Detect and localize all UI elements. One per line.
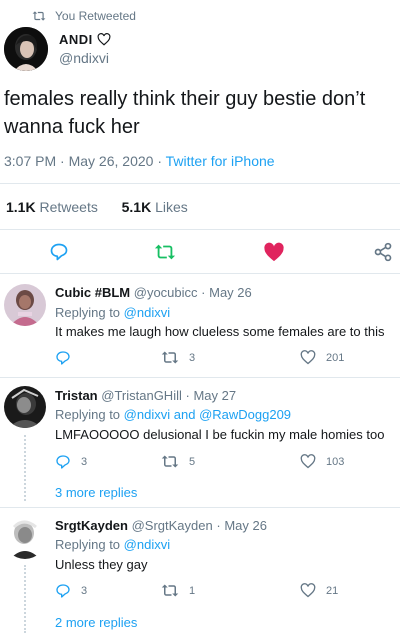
retweet-button[interactable]: 3 — [161, 350, 195, 365]
retweet-count: 1 — [189, 584, 196, 597]
reply-name[interactable]: SrgtKayden — [55, 518, 128, 533]
thread-line — [24, 435, 26, 501]
retweet-banner: You Retweeted — [32, 8, 136, 24]
reply-tweet[interactable]: Tristan @TristanGHill · May 27 Replying … — [0, 385, 400, 507]
reply-text: It makes me laugh how clueless some fema… — [55, 324, 385, 339]
replying-to-label: Replying to — [55, 537, 121, 552]
divider — [0, 273, 400, 274]
divider — [0, 507, 400, 508]
reply-handle[interactable]: @SrgtKayden — [132, 518, 213, 533]
reply-actions: 3 201 — [55, 350, 395, 366]
reply-date[interactable]: May 26 — [209, 285, 252, 300]
more-replies-link[interactable]: 3 more replies — [55, 485, 137, 500]
like-count: 21 — [326, 584, 339, 597]
divider — [0, 183, 400, 184]
avatar[interactable] — [4, 517, 46, 559]
reply-name[interactable]: Cubic #BLM — [55, 285, 130, 300]
replying-to-label: Replying to — [55, 305, 121, 320]
reply-actions: 3 5 103 — [55, 454, 395, 470]
author-name-text[interactable]: ANDI — [59, 32, 93, 47]
reply-header: Tristan @TristanGHill · May 27 — [55, 388, 237, 403]
tweet-time: 3:07 PM — [4, 153, 57, 169]
reply-handle[interactable]: @TristanGHill — [101, 388, 182, 403]
meta-sep: · — [60, 153, 65, 169]
reply-handle[interactable]: @yocubicc — [134, 285, 198, 300]
heart-outline-icon — [93, 33, 111, 46]
mention-link[interactable]: @ndixvi — [124, 305, 170, 320]
like-button[interactable]: 201 — [300, 350, 344, 365]
retweets-count: 1.1K — [6, 199, 36, 215]
replying-to: Replying to @ndixvi and @RawDogg209 — [55, 407, 291, 422]
retweet-count: 3 — [189, 351, 196, 364]
avatar[interactable] — [4, 386, 46, 428]
tweet-actions — [0, 239, 400, 265]
share-icon[interactable] — [373, 242, 393, 262]
likes-label: Likes — [155, 199, 188, 215]
author-name: ANDI — [59, 32, 111, 47]
mention-link[interactable]: @ndixvi — [124, 537, 170, 552]
replying-to: Replying to @ndixvi — [55, 537, 170, 552]
reply-count: 3 — [81, 456, 88, 468]
reply-name[interactable]: Tristan — [55, 388, 98, 403]
divider — [0, 229, 400, 230]
avatar[interactable] — [4, 27, 48, 71]
tweet-client[interactable]: Twitter for iPhone — [166, 153, 275, 169]
author-handle[interactable]: @ndixvi — [59, 50, 111, 66]
retweet-button[interactable]: 5 — [161, 454, 195, 469]
like-count: 201 — [326, 351, 345, 364]
retweet-icon[interactable] — [154, 242, 176, 262]
reply-button[interactable]: 3 — [55, 454, 87, 470]
replying-to: Replying to @ndixvi — [55, 305, 170, 320]
retweet-count: 5 — [189, 455, 196, 468]
reply-button[interactable] — [55, 350, 81, 366]
tweet-stats: 1.1K Retweets 5.1K Likes — [6, 199, 188, 215]
thread-line — [24, 565, 26, 633]
tweet-author[interactable]: ANDI @ndixvi — [4, 27, 111, 71]
likes-stat[interactable]: 5.1K Likes — [122, 199, 188, 215]
tweet-meta: 3:07 PM · May 26, 2020 · Twitter for iPh… — [4, 153, 275, 169]
reply-text: LMFAOOOOO delusional I be fuckin my male… — [55, 427, 385, 442]
retweet-button[interactable]: 1 — [161, 583, 195, 598]
reply-date[interactable]: May 27 — [193, 388, 236, 403]
tweet-date[interactable]: May 26, 2020 — [69, 153, 154, 169]
retweets-label: Retweets — [39, 199, 98, 215]
reply-button[interactable]: 3 — [55, 583, 87, 599]
like-button[interactable]: 103 — [300, 454, 344, 469]
divider — [0, 377, 400, 378]
reply-header: Cubic #BLM @yocubicc · May 26 — [55, 285, 252, 300]
retweet-banner-label: You Retweeted — [55, 9, 136, 23]
retweets-stat[interactable]: 1.1K Retweets — [6, 199, 98, 215]
avatar[interactable] — [4, 284, 46, 326]
mention-and: and — [173, 407, 196, 422]
more-replies-link[interactable]: 2 more replies — [55, 615, 137, 630]
reply-date[interactable]: May 26 — [224, 518, 267, 533]
meta-sep-2: · — [157, 153, 162, 169]
replying-to-label: Replying to — [55, 407, 121, 422]
tweet-text: females really think their guy bestie do… — [4, 88, 366, 138]
reply-tweet[interactable]: SrgtKayden @SrgtKayden · May 26 Replying… — [0, 515, 400, 639]
likes-count: 5.1K — [121, 199, 152, 215]
reply-count: 3 — [81, 585, 88, 597]
reply-tweet[interactable]: Cubic #BLM @yocubicc · May 26 Replying t… — [0, 281, 400, 377]
reply-actions: 3 1 21 — [55, 583, 395, 599]
retweet-small-icon — [32, 10, 55, 22]
reply-header: SrgtKayden @SrgtKayden · May 26 — [55, 518, 267, 533]
like-count: 103 — [326, 455, 345, 468]
mention-link-2[interactable]: @RawDogg209 — [199, 407, 291, 422]
reply-icon[interactable] — [49, 242, 69, 262]
like-button[interactable]: 21 — [300, 583, 338, 598]
mention-link[interactable]: @ndixvi — [124, 407, 170, 422]
reply-text: Unless they gay — [55, 557, 148, 572]
like-icon[interactable] — [263, 242, 284, 262]
